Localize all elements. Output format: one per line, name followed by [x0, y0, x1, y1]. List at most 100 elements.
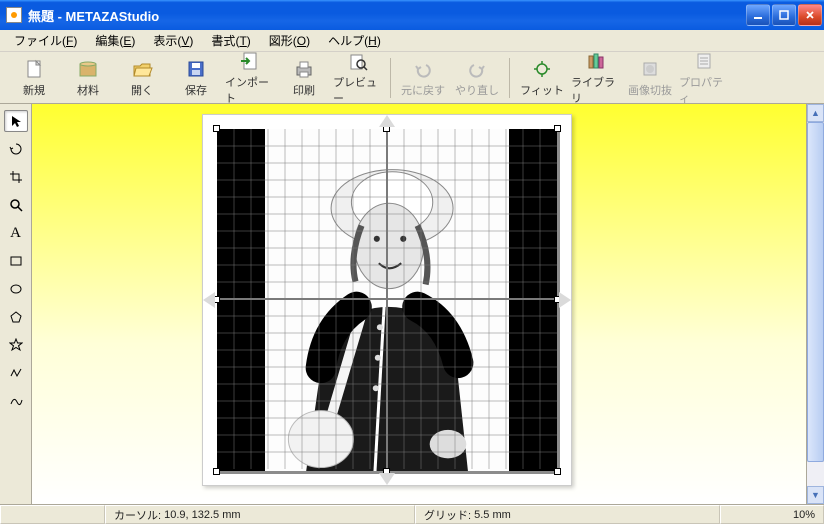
alignment-pointer-right — [559, 292, 571, 308]
alignment-pointer-top — [379, 115, 395, 127]
alignment-pointer-left — [203, 292, 215, 308]
new-doc-icon — [22, 58, 46, 80]
tool-crop[interactable] — [4, 166, 28, 188]
redo-button[interactable]: やり直し — [451, 54, 503, 102]
print-label: 印刷 — [293, 82, 315, 98]
scroll-track[interactable] — [807, 462, 824, 486]
tool-ellipse[interactable] — [4, 278, 28, 300]
library-button[interactable]: ライブラリ — [570, 54, 622, 102]
fit-icon — [530, 58, 554, 80]
tool-zoom[interactable] — [4, 194, 28, 216]
cursor-icon — [9, 114, 23, 128]
material-label: 材料 — [77, 82, 99, 98]
menu-help[interactable]: ヘルプ(H) — [320, 30, 389, 51]
menu-edit[interactable]: 編集(E) — [87, 30, 143, 51]
status-zoom: 10% — [720, 505, 824, 524]
floppy-icon — [184, 58, 208, 80]
tool-curve[interactable] — [4, 390, 28, 412]
text-icon: A — [10, 225, 21, 242]
library-icon — [584, 50, 608, 72]
fit-button[interactable]: フィット — [516, 54, 568, 102]
open-button[interactable]: 開く — [116, 54, 168, 102]
open-label: 開く — [131, 82, 153, 98]
handle-bot-left[interactable] — [213, 468, 220, 475]
undo-label: 元に戻す — [401, 82, 445, 98]
menu-view[interactable]: 表示(V) — [145, 30, 201, 51]
tool-polyline[interactable] — [4, 362, 28, 384]
status-cursor: カーソル: 10.9, 132.5 mm — [105, 505, 415, 524]
crop-icon — [638, 58, 662, 80]
new-button[interactable]: 新規 — [8, 54, 60, 102]
curve-icon — [9, 394, 23, 408]
status-grid: グリッド: 5.5 mm — [415, 505, 720, 524]
handle-top-left[interactable] — [213, 125, 220, 132]
property-label: プロパティ — [679, 74, 729, 106]
cursor-value: 10.9, 132.5 mm — [164, 509, 240, 521]
maximize-button[interactable] — [772, 4, 796, 26]
toolbar: 新規 材料 開く 保存 インポート 印刷 プレビュー 元に戻す やり直し フィッ… — [0, 52, 824, 104]
import-icon — [238, 50, 262, 72]
save-button[interactable]: 保存 — [170, 54, 222, 102]
tool-rotate[interactable] — [4, 138, 28, 160]
status-pane-empty — [0, 505, 105, 524]
material-paper — [202, 114, 572, 486]
grid-label: グリッド: — [424, 507, 471, 523]
pentagon-icon — [9, 310, 23, 324]
tool-polygon[interactable] — [4, 306, 28, 328]
app-icon — [6, 7, 22, 23]
preview-label: プレビュー — [333, 74, 383, 106]
tool-pointer[interactable] — [4, 110, 28, 132]
material-button[interactable]: 材料 — [62, 54, 114, 102]
undo-button[interactable]: 元に戻す — [397, 54, 449, 102]
printer-icon — [292, 58, 316, 80]
polyline-icon — [9, 366, 23, 380]
ellipse-icon — [9, 282, 23, 296]
rect-icon — [9, 254, 23, 268]
grid-value: 5.5 mm — [474, 509, 511, 521]
toolbar-separator — [390, 58, 391, 98]
handle-bot-right[interactable] — [554, 468, 561, 475]
scroll-down-button[interactable]: ▼ — [807, 486, 824, 504]
material-icon — [76, 58, 100, 80]
undo-icon — [411, 58, 435, 80]
work-area[interactable] — [217, 129, 557, 471]
window-title: 無題 - METAZAStudio — [28, 6, 746, 25]
menu-file[interactable]: ファイル(F) — [6, 30, 85, 51]
close-button[interactable] — [798, 4, 822, 26]
library-label: ライブラリ — [571, 74, 621, 106]
tool-rect[interactable] — [4, 250, 28, 272]
redo-icon — [465, 58, 489, 80]
import-button[interactable]: インポート — [224, 54, 276, 102]
cursor-label: カーソル: — [114, 507, 161, 523]
preview-icon — [346, 50, 370, 72]
scroll-up-button[interactable]: ▲ — [807, 104, 824, 122]
print-button[interactable]: 印刷 — [278, 54, 330, 102]
grid-overlay-icon — [217, 129, 557, 469]
canvas-area[interactable] — [32, 104, 806, 504]
redo-label: やり直し — [455, 82, 499, 98]
toolbar-separator — [509, 58, 510, 98]
star-icon — [9, 338, 23, 352]
statusbar: カーソル: 10.9, 132.5 mm グリッド: 5.5 mm 10% — [0, 504, 824, 524]
save-label: 保存 — [185, 82, 207, 98]
tool-dock: A — [0, 104, 32, 504]
titlebar: 無題 - METAZAStudio — [0, 0, 824, 30]
preview-button[interactable]: プレビュー — [332, 54, 384, 102]
vertical-scrollbar[interactable]: ▲ ▼ — [806, 104, 824, 504]
folder-open-icon — [130, 58, 154, 80]
alignment-pointer-bottom — [379, 473, 395, 485]
main-area: A — [0, 104, 824, 504]
tool-text[interactable]: A — [4, 222, 28, 244]
new-label: 新規 — [23, 82, 45, 98]
property-button[interactable]: プロパティ — [678, 54, 730, 102]
handle-top-right[interactable] — [554, 125, 561, 132]
properties-icon — [692, 50, 716, 72]
menu-format[interactable]: 書式(T) — [203, 30, 258, 51]
minimize-button[interactable] — [746, 4, 770, 26]
import-label: インポート — [225, 74, 275, 106]
tool-star[interactable] — [4, 334, 28, 356]
magnifier-icon — [9, 198, 23, 212]
menu-shape[interactable]: 図形(O) — [261, 30, 318, 51]
imageclip-button[interactable]: 画像切抜 — [624, 54, 676, 102]
scroll-thumb[interactable] — [807, 122, 824, 462]
